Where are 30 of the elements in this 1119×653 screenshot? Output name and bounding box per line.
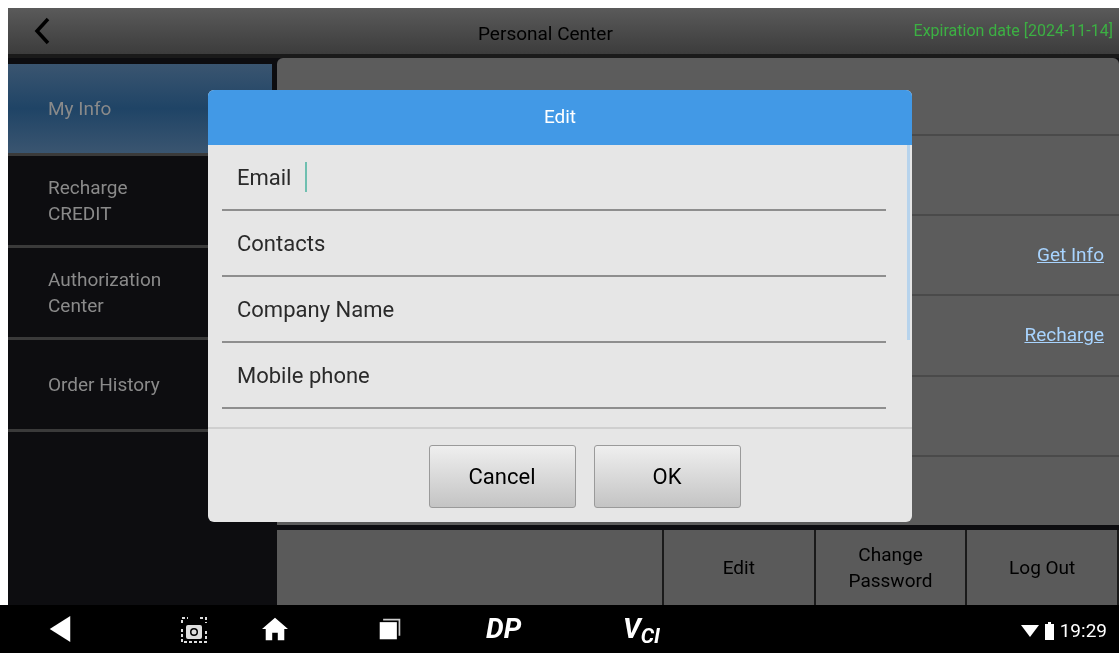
sidebar-item[interactable]: My Info (48, 95, 112, 122)
sidebar-item[interactable]: Order History (48, 371, 160, 398)
input-field[interactable]: Email (222, 145, 886, 211)
clock: 19:29 (1059, 618, 1107, 644)
ok-button[interactable]: OK (593, 445, 741, 508)
field-label: Contacts (237, 229, 326, 258)
sidebar-item[interactable]: Recharge CREDIT (48, 174, 128, 227)
expiration-date: Expiration date [2024-11-14] (913, 20, 1113, 42)
input-field[interactable]: Company Name (222, 277, 886, 343)
recents-icon[interactable] (378, 617, 402, 641)
toolbar-button[interactable]: Log Out (967, 530, 1117, 605)
logo[interactable]: V$_{CI}$ (623, 613, 661, 645)
input-field[interactable]: Contacts (222, 211, 886, 277)
home-icon[interactable] (262, 616, 288, 642)
cancel-button[interactable]: Cancel (428, 445, 576, 508)
field-label: Company Name (237, 295, 395, 324)
toolbar-button[interactable]: Edit (664, 530, 814, 605)
toolbar-button[interactable]: Change Password (815, 530, 966, 605)
battery-icon (1044, 622, 1054, 641)
dialog-title: Edit (208, 90, 912, 145)
sidebar-item[interactable]: Authorization Center (48, 266, 162, 319)
screen-title: Personal Center (478, 21, 613, 47)
field-label: Email (237, 163, 292, 192)
get-info-link[interactable]: Get Info (1036, 240, 1104, 270)
recharge-link[interactable]: Recharge (1024, 321, 1104, 350)
input-field[interactable]: Mobile phone (222, 343, 886, 409)
camera-icon[interactable] (180, 615, 208, 643)
logo[interactable]: DP (486, 613, 522, 645)
wifi-icon (1020, 625, 1039, 638)
field-label: Mobile phone (237, 361, 370, 390)
